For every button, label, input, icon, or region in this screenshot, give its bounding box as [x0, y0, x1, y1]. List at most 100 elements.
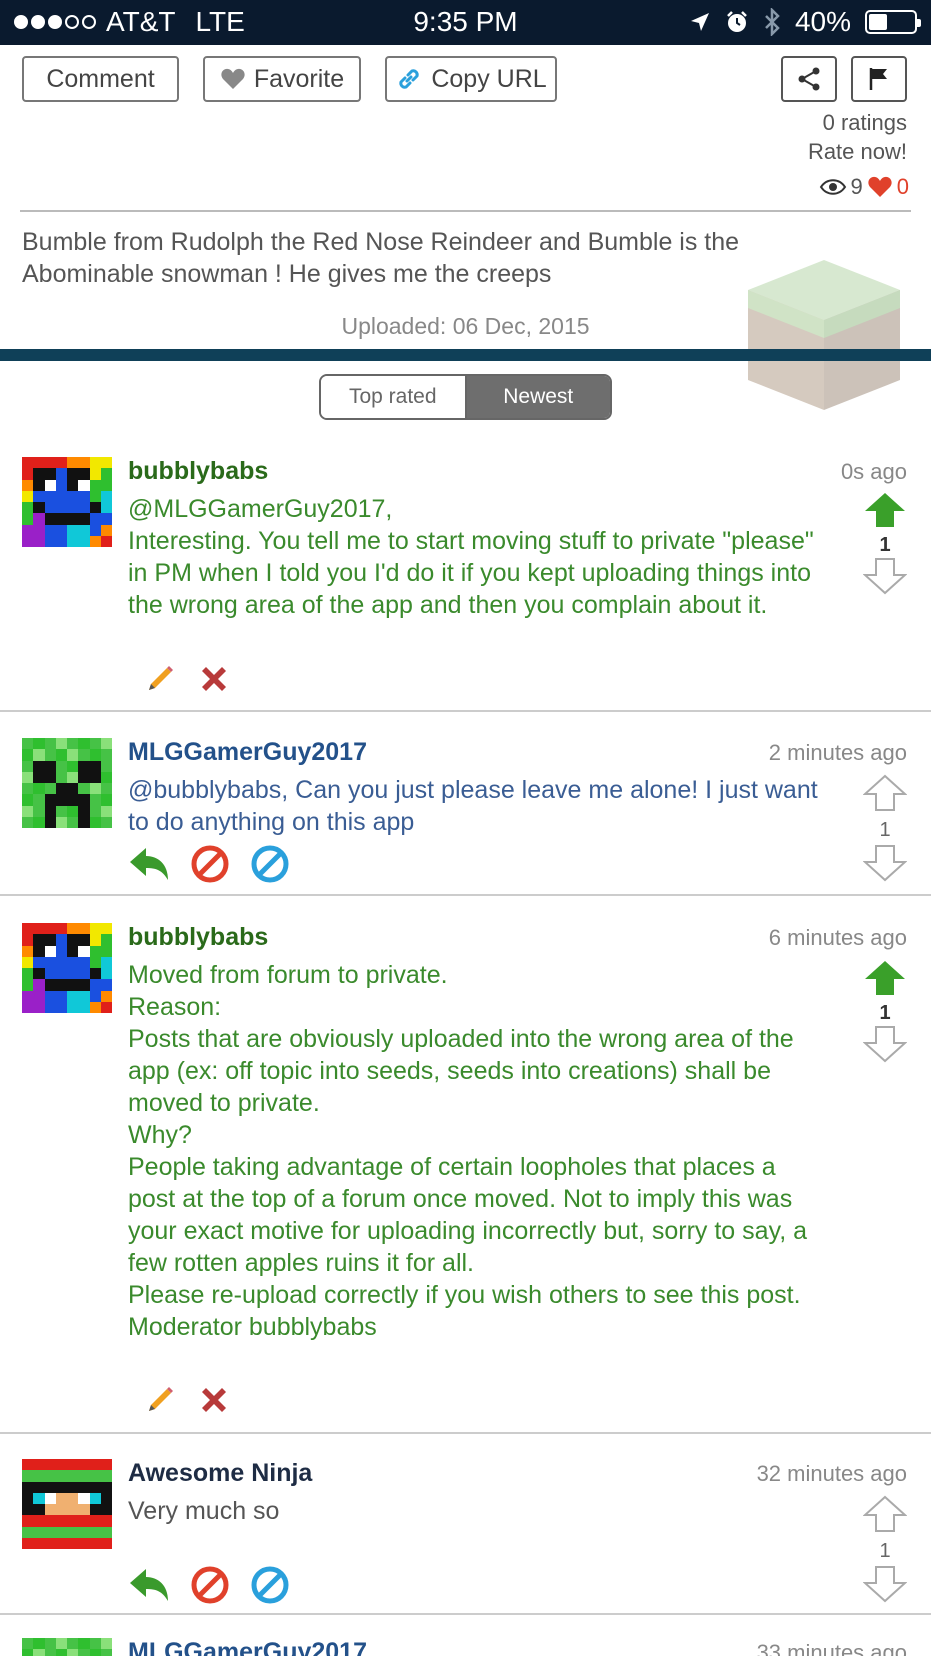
avatar-pixel — [78, 783, 90, 795]
block-blue-icon[interactable] — [250, 844, 290, 884]
comment-item: bubblybabs 6 minutes ago Moved from foru… — [0, 923, 931, 1423]
comment-username[interactable]: Awesome Ninja — [128, 1459, 312, 1488]
avatar-pixel — [67, 1649, 79, 1656]
downvote-icon[interactable] — [862, 1565, 908, 1603]
comment-line: @MLGGamerGuy2017, — [128, 495, 393, 523]
avatar-pixel — [100, 738, 112, 750]
avatar-pixel — [100, 923, 112, 935]
avatar-pixel — [33, 990, 45, 1002]
avatar-pixel — [33, 1537, 45, 1549]
block-red-icon[interactable] — [190, 1565, 230, 1605]
copy-url-button[interactable]: Copy URL — [385, 56, 557, 102]
avatar-pixel — [100, 816, 112, 828]
avatar-pixel — [55, 468, 67, 480]
avatar-pixel — [100, 1537, 112, 1549]
avatar-pixel — [100, 457, 112, 469]
delete-x-icon[interactable] — [197, 662, 231, 696]
avatar-pixel — [55, 783, 67, 795]
avatar-pixel — [78, 934, 90, 946]
avatar-pixel — [44, 749, 56, 761]
avatar-pixel — [78, 990, 90, 1002]
avatar-pixel — [22, 805, 34, 817]
avatar-pixel — [44, 1459, 56, 1471]
avatar-pixel — [55, 816, 67, 828]
avatar[interactable] — [22, 738, 112, 828]
upvote-icon[interactable] — [862, 1495, 908, 1533]
sort-newest-tab[interactable]: Newest — [466, 376, 610, 418]
avatar-pixel — [100, 805, 112, 817]
avatar-pixel — [22, 771, 34, 783]
reply-arrow-icon[interactable] — [128, 846, 170, 882]
comment-line: Moved from forum to private. — [128, 961, 448, 989]
avatar[interactable] — [22, 1638, 112, 1656]
comment-username[interactable]: MLGGamerGuy2017 — [128, 738, 367, 767]
sort-top-rated-tab[interactable]: Top rated — [321, 376, 467, 418]
avatar-pixel — [22, 968, 34, 980]
upvote-icon[interactable] — [863, 491, 907, 529]
avatar-pixel — [55, 1649, 67, 1656]
rate-now-link[interactable]: Rate now! — [808, 137, 907, 166]
avatar-pixel — [22, 1526, 34, 1538]
comment-button[interactable]: Comment — [22, 56, 179, 102]
avatar[interactable] — [22, 923, 112, 1013]
comment-line: Posts that are obviously uploaded into t… — [128, 1025, 794, 1117]
comment-username[interactable]: MLGGamerGuy2017 — [128, 1638, 367, 1656]
avatar-pixel — [67, 1001, 79, 1013]
avatar-pixel — [100, 945, 112, 957]
avatar-pixel — [44, 1537, 56, 1549]
avatar-pixel — [100, 524, 112, 536]
upvote-icon[interactable] — [863, 959, 907, 997]
upvote-icon[interactable] — [862, 774, 908, 812]
comment-username[interactable]: bubblybabs — [128, 457, 268, 486]
avatar-pixel — [78, 513, 90, 525]
share-button[interactable] — [781, 56, 837, 102]
vote-count: 1 — [879, 819, 891, 841]
avatar-pixel — [55, 457, 67, 469]
favorite-button[interactable]: Favorite — [203, 56, 361, 102]
avatar-pixel — [89, 816, 101, 828]
reply-arrow-icon[interactable] — [128, 1567, 170, 1603]
avatar[interactable] — [22, 1459, 112, 1549]
avatar-pixel — [78, 749, 90, 761]
block-red-icon[interactable] — [190, 844, 230, 884]
comment-username[interactable]: bubblybabs — [128, 923, 268, 952]
avatar-pixel — [67, 794, 79, 806]
comment-text: Moved from forum to private. Reason: Pos… — [128, 959, 818, 1343]
avatar-pixel — [78, 738, 90, 750]
avatar-pixel — [67, 990, 79, 1002]
avatar-pixel — [89, 945, 101, 957]
delete-x-icon[interactable] — [197, 1383, 231, 1417]
avatar-pixel — [22, 738, 34, 750]
avatar-pixel — [78, 1504, 90, 1516]
downvote-icon[interactable] — [862, 844, 908, 882]
avatar[interactable] — [22, 457, 112, 547]
divider — [20, 210, 911, 212]
edit-pencil-icon[interactable] — [143, 662, 177, 696]
comment-item: bubblybabs 0s ago @MLGGamerGuy2017, Inte… — [0, 457, 931, 697]
avatar-pixel — [67, 968, 79, 980]
downvote-icon[interactable] — [862, 557, 908, 595]
avatar-pixel — [55, 502, 67, 514]
avatar-pixel — [78, 1492, 90, 1504]
avatar-pixel — [33, 945, 45, 957]
avatar-pixel — [100, 1515, 112, 1527]
avatar-pixel — [78, 979, 90, 991]
avatar-pixel — [33, 794, 45, 806]
avatar-pixel — [89, 457, 101, 469]
avatar-pixel — [44, 738, 56, 750]
edit-pencil-icon[interactable] — [143, 1383, 177, 1417]
report-button[interactable] — [851, 56, 907, 102]
block-blue-icon[interactable] — [250, 1565, 290, 1605]
avatar-pixel — [89, 760, 101, 772]
avatar-pixel — [33, 956, 45, 968]
downvote-icon[interactable] — [862, 1025, 908, 1063]
comment-line: People taking advantage of certain looph… — [128, 1153, 808, 1277]
avatar-pixel — [44, 1649, 56, 1656]
avatar-pixel — [33, 479, 45, 491]
status-right: 40% — [689, 6, 921, 38]
avatar-pixel — [33, 749, 45, 761]
avatar-pixel — [78, 468, 90, 480]
avatar-pixel — [67, 934, 79, 946]
comment-button-label: Comment — [46, 64, 155, 93]
comment-time: 2 minutes ago — [768, 740, 907, 765]
